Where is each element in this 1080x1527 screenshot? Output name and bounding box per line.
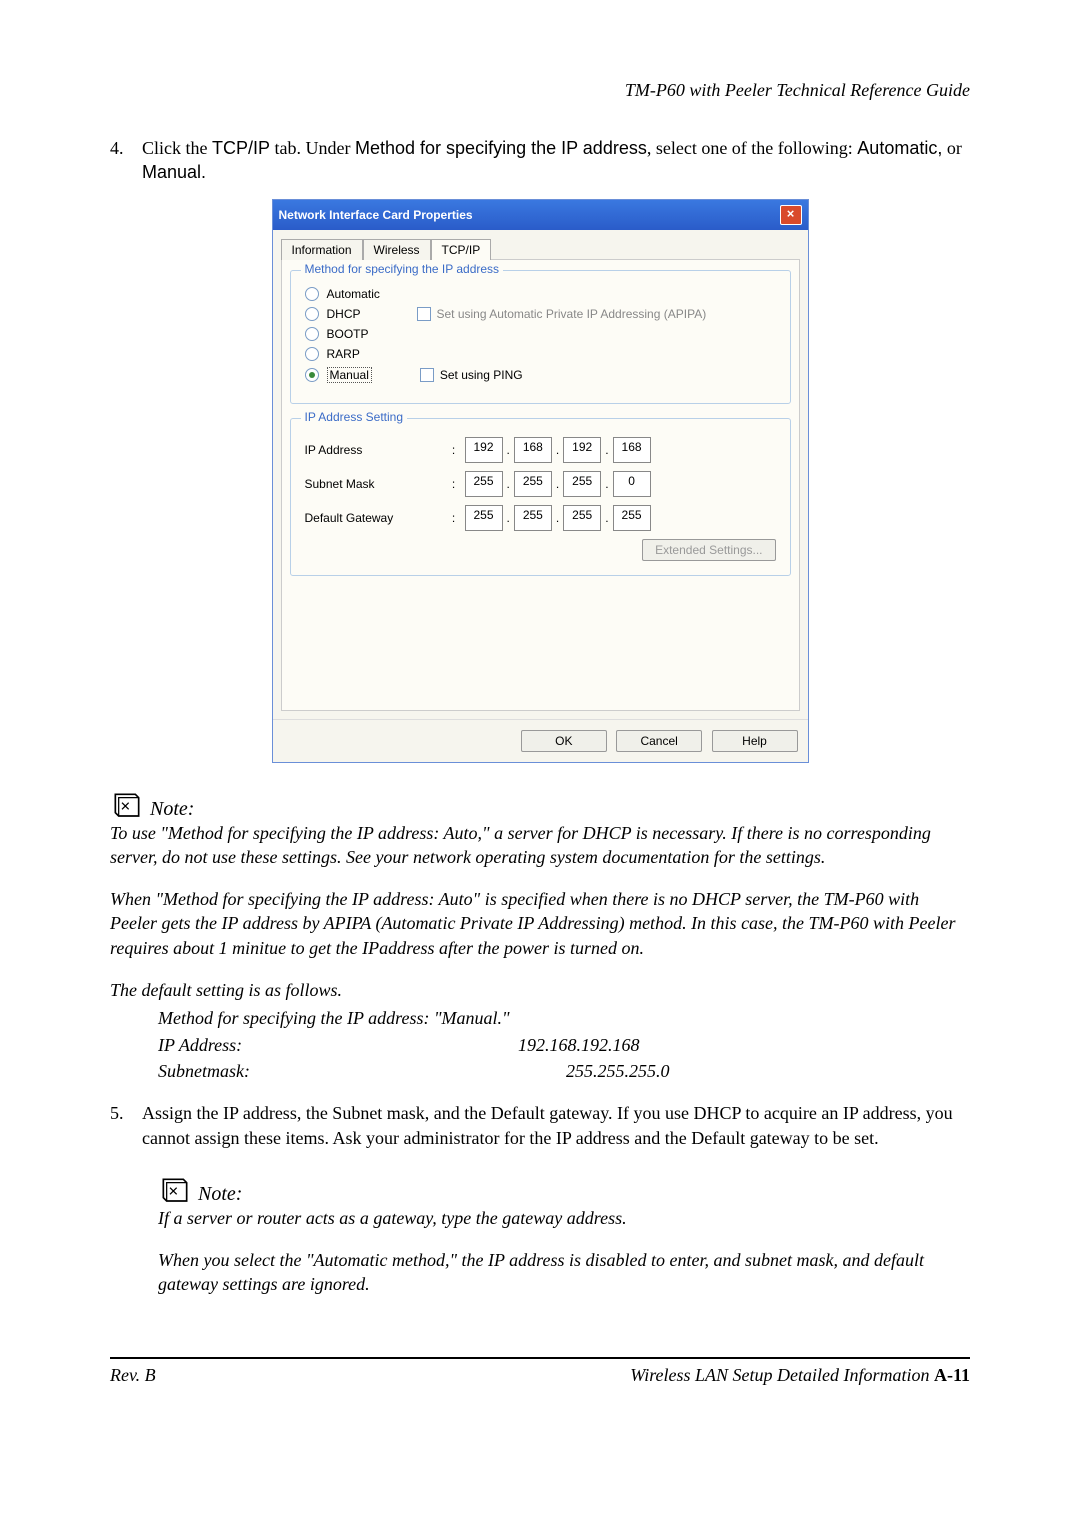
radio-dhcp-label: DHCP: [327, 307, 417, 321]
step-number: 5.: [110, 1101, 142, 1150]
close-button[interactable]: ×: [780, 205, 802, 225]
subnet-octet-3[interactable]: 255: [563, 471, 601, 497]
step-text: Assign the IP address, the Subnet mask, …: [142, 1101, 970, 1150]
note-paragraph: When "Method for specifying the IP addre…: [110, 887, 970, 960]
text: Manual.: [142, 162, 206, 182]
gateway-label: Default Gateway: [305, 511, 445, 525]
extended-settings-button[interactable]: Extended Settings...: [642, 539, 775, 561]
default-subnet-value: 255.255.255.0: [518, 1059, 670, 1083]
text: or: [942, 138, 962, 158]
default-subnet-label: Subnetmask:: [158, 1059, 518, 1083]
note-label: Note:: [150, 798, 194, 821]
subnet-octet-4[interactable]: 0: [613, 471, 651, 497]
radio-bootp[interactable]: [305, 327, 319, 341]
text: tab. Under: [270, 138, 355, 158]
radio-rarp-label: RARP: [327, 347, 417, 361]
tab-information[interactable]: Information: [281, 239, 363, 260]
step-4: 4. Click the TCP/IP tab. Under Method fo…: [110, 136, 970, 185]
text: , select one of the following:: [647, 138, 857, 158]
note-heading: Note:: [110, 1176, 970, 1206]
colon: :: [445, 443, 463, 457]
note-paragraph: To use "Method for specifying the IP add…: [110, 821, 970, 870]
ip-fieldset: IP Address Setting IP Address : 192. 168…: [290, 418, 791, 576]
step-number: 4.: [110, 136, 142, 185]
method-legend: Method for specifying the IP address: [301, 262, 504, 276]
defaults-intro: The default setting is as follows.: [110, 978, 970, 1002]
gateway-octet-2[interactable]: 255: [514, 505, 552, 531]
tabs: Information Wireless TCP/IP: [273, 230, 808, 259]
method-fieldset: Method for specifying the IP address Aut…: [290, 270, 791, 404]
page-header: TM-P60 with Peeler Technical Reference G…: [110, 80, 970, 101]
checkbox-apipa[interactable]: [417, 307, 431, 321]
page-footer: Rev. B Wireless LAN Setup Detailed Infor…: [110, 1357, 970, 1386]
note-icon: [158, 1176, 192, 1206]
ip-octet-4[interactable]: 168: [613, 437, 651, 463]
note-heading: Note:: [110, 791, 970, 821]
text: Method for specifying the IP address: [355, 138, 647, 158]
ip-octet-1[interactable]: 192: [465, 437, 503, 463]
note-paragraph: When you select the "Automatic method," …: [110, 1248, 970, 1297]
radio-rarp[interactable]: [305, 347, 319, 361]
close-icon: ×: [787, 206, 795, 221]
nic-properties-dialog: Network Interface Card Properties × Info…: [272, 199, 809, 763]
gateway-octet-3[interactable]: 255: [563, 505, 601, 531]
radio-dhcp[interactable]: [305, 307, 319, 321]
tab-tcpip[interactable]: TCP/IP: [431, 239, 492, 260]
checkbox-ping-label: Set using PING: [440, 368, 523, 382]
ip-legend: IP Address Setting: [301, 410, 408, 424]
gateway-octet-4[interactable]: 255: [613, 505, 651, 531]
text: TCP/IP: [212, 138, 270, 158]
colon: :: [445, 511, 463, 525]
default-ip-value: 192.168.192.168: [518, 1033, 640, 1057]
radio-automatic[interactable]: [305, 287, 319, 301]
radio-bootp-label: BOOTP: [327, 327, 417, 341]
footer-rev: Rev. B: [110, 1365, 156, 1386]
footer-page: A-11: [934, 1365, 970, 1385]
note-paragraph: If a server or router acts as a gateway,…: [110, 1206, 970, 1230]
note-icon: [110, 791, 144, 821]
dialog-titlebar: Network Interface Card Properties ×: [273, 200, 808, 230]
step-5: 5. Assign the IP address, the Subnet mas…: [110, 1101, 970, 1150]
subnet-octet-1[interactable]: 255: [465, 471, 503, 497]
checkbox-apipa-label: Set using Automatic Private IP Addressin…: [437, 307, 707, 321]
dialog-title: Network Interface Card Properties: [279, 208, 473, 222]
subnet-octet-2[interactable]: 255: [514, 471, 552, 497]
ok-button[interactable]: OK: [521, 730, 607, 752]
gateway-octet-1[interactable]: 255: [465, 505, 503, 531]
ip-address-label: IP Address: [305, 443, 445, 457]
radio-manual-label: Manual: [327, 367, 372, 383]
dialog-buttons: OK Cancel Help: [273, 719, 808, 762]
radio-automatic-label: Automatic: [327, 287, 417, 301]
tab-panel: Method for specifying the IP address Aut…: [281, 259, 800, 711]
checkbox-ping[interactable]: [420, 368, 434, 382]
subnet-label: Subnet Mask: [305, 477, 445, 491]
footer-section: Wireless LAN Setup Detailed Information: [630, 1365, 934, 1385]
note-label: Note:: [198, 1183, 242, 1206]
radio-manual[interactable]: [305, 368, 319, 382]
cancel-button[interactable]: Cancel: [616, 730, 702, 752]
tab-wireless[interactable]: Wireless: [363, 239, 431, 260]
help-button[interactable]: Help: [712, 730, 798, 752]
text: Click the: [142, 138, 212, 158]
default-ip-label: IP Address:: [158, 1033, 518, 1057]
colon: :: [445, 477, 463, 491]
ip-octet-3[interactable]: 192: [563, 437, 601, 463]
text: Automatic,: [857, 138, 942, 158]
ip-octet-2[interactable]: 168: [514, 437, 552, 463]
default-method: Method for specifying the IP address: "M…: [110, 1006, 970, 1030]
